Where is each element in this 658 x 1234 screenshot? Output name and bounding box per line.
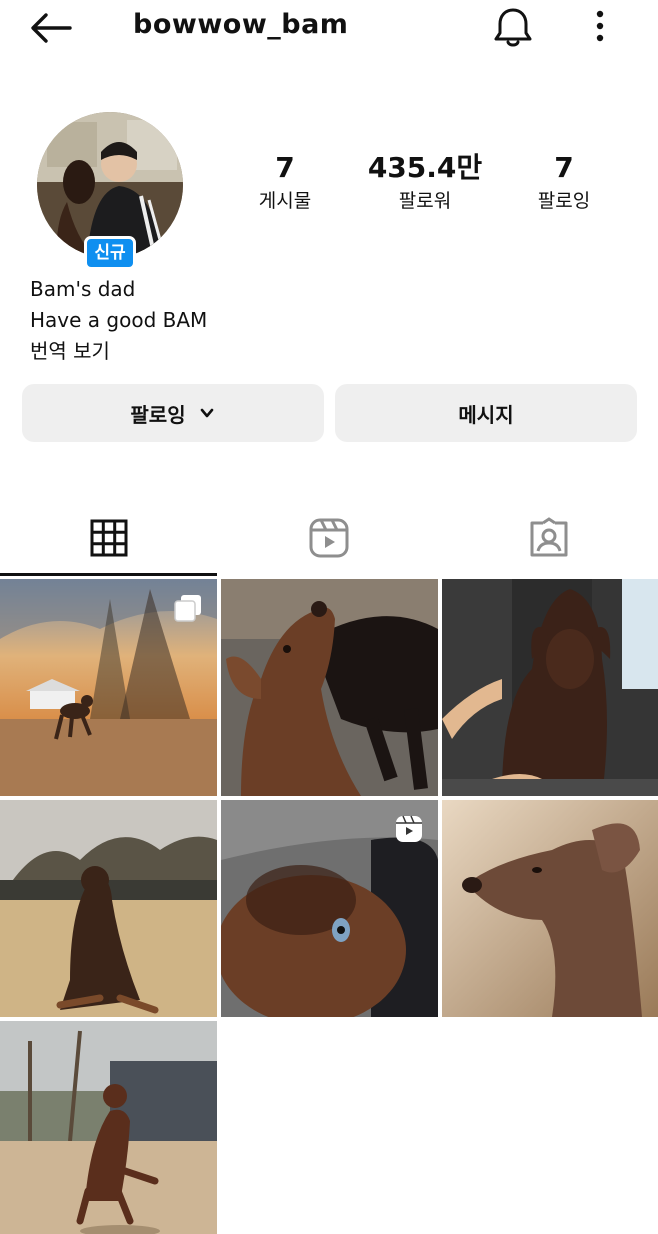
active-tab-indicator [0,573,217,576]
following-button[interactable]: 팔로잉 [22,384,324,442]
more-options-button[interactable] [585,6,615,46]
multi-photo-icon [174,595,201,622]
back-arrow-icon [31,13,72,43]
bell-icon [494,8,532,47]
profile-tabs [0,500,658,576]
stat-posts-label: 게시물 [258,190,312,212]
grid-icon [90,519,127,557]
post-thumbnail[interactable] [221,579,438,796]
reel-icon [396,815,422,842]
stat-followers[interactable]: 435.4만 팔로워 [365,150,485,216]
bio-name: Bam's dad [30,277,136,301]
message-button[interactable]: 메시지 [335,384,637,442]
tab-reels[interactable] [220,500,437,576]
back-button[interactable] [26,8,76,48]
tab-tagged[interactable] [440,500,657,576]
reels-icon [309,518,348,558]
stat-following-value: 7 [554,151,574,184]
top-bar: bowwow_bam [0,0,658,60]
post-thumbnail[interactable] [0,579,217,796]
see-translation-link[interactable]: 번역 보기 [30,336,207,367]
post-thumbnail[interactable] [0,800,217,1017]
tagged-icon [530,517,567,557]
stat-posts-value: 7 [275,151,295,184]
post-thumbnail[interactable] [442,800,658,1017]
following-button-label: 팔로잉 [130,402,186,427]
bio-text: Have a good BAM [30,308,208,332]
post-thumbnail[interactable] [0,1021,217,1234]
stat-followers-value: 435.4만 [367,151,483,184]
stat-following-label: 팔로잉 [537,190,591,212]
new-badge: 신규 [84,236,136,270]
profile-bio: Bam's dad Have a good BAM 번역 보기 [30,274,207,367]
more-vertical-icon [596,10,604,42]
post-thumbnail[interactable] [221,800,438,1017]
profile-username: bowwow_bam [133,9,349,40]
message-button-label: 메시지 [458,402,514,427]
stat-followers-label: 팔로워 [398,190,452,212]
stat-posts[interactable]: 7 게시물 [225,150,345,216]
notifications-button[interactable] [490,4,536,50]
chevron-down-icon [200,408,213,418]
post-thumbnail[interactable] [442,579,658,796]
stat-following[interactable]: 7 팔로잉 [504,150,624,216]
tab-posts-grid[interactable] [0,500,217,576]
